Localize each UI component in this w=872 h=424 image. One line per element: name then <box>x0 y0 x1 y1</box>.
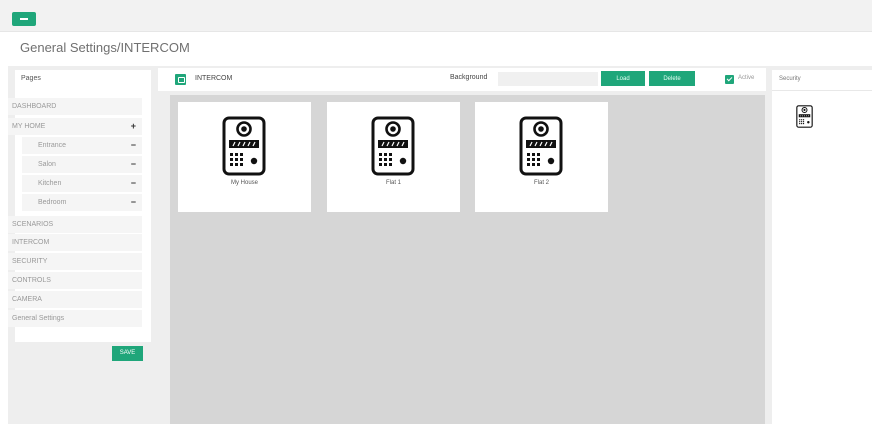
top-bar <box>0 0 872 32</box>
remove-icon[interactable]: − <box>131 156 136 173</box>
active-label: Active <box>738 75 755 81</box>
nav-item-camera[interactable]: CAMERA <box>8 291 142 308</box>
nav-item-label: SECURITY <box>12 258 48 265</box>
nav-item-entrance[interactable]: Entrance − <box>22 137 142 154</box>
background-input[interactable] <box>498 72 598 86</box>
title-bar: General Settings/INTERCOM <box>0 33 872 66</box>
nav-item-label: CONTROLS <box>12 277 51 284</box>
nav-item-label: INTERCOM <box>12 239 50 246</box>
nav-item-label: DASHBOARD <box>12 103 57 110</box>
nav-item-controls[interactable]: CONTROLS <box>8 272 142 289</box>
intercom-doorphone-icon <box>371 116 415 176</box>
nav-item-kitchen[interactable]: Kitchen − <box>22 175 142 192</box>
nav-item-label: MY HOME <box>12 123 46 130</box>
nav-item-label: Entrance <box>38 142 67 149</box>
device-card-flat-2[interactable]: Flat 2 <box>475 102 608 212</box>
device-label: Flat 1 <box>385 180 401 186</box>
device-label: Flat 2 <box>533 180 549 186</box>
nav-item-security[interactable]: SECURITY <box>8 253 142 270</box>
editor-title: INTERCOM <box>195 75 233 82</box>
pages-panel-title: Pages <box>21 75 41 82</box>
device-label: My House <box>230 180 258 186</box>
nav-item-my-home[interactable]: MY HOME + <box>8 118 142 135</box>
delete-button[interactable]: Delete <box>649 71 695 86</box>
save-button[interactable]: SAVE <box>112 346 143 361</box>
remove-icon[interactable]: − <box>131 175 136 192</box>
nav-item-general-settings[interactable]: General Settings <box>8 310 142 327</box>
security-panel-title: Security <box>779 76 801 82</box>
nav-item-label: Salon <box>38 161 56 168</box>
editor-toolbar: INTERCOM Background Load Delete Active <box>158 68 766 91</box>
nav-item-bedroom[interactable]: Bedroom − <box>22 194 142 211</box>
security-divider <box>772 90 872 91</box>
nav-item-salon[interactable]: Salon − <box>22 156 142 173</box>
nav-item-label: SCENARIOS <box>12 221 54 228</box>
page-title: General Settings/INTERCOM <box>20 40 190 55</box>
nav-item-label: Bedroom <box>38 199 67 206</box>
security-panel: Security <box>772 70 872 424</box>
device-card-flat-1[interactable]: Flat 1 <box>327 102 460 212</box>
nav-item-dashboard[interactable]: DASHBOARD <box>8 98 142 115</box>
remove-icon[interactable]: − <box>131 137 136 154</box>
device-card-my-house[interactable]: My House <box>178 102 311 212</box>
intercom-doorphone-icon <box>519 116 563 176</box>
remove-icon[interactable]: − <box>131 194 136 211</box>
intercom-doorphone-icon <box>222 116 266 176</box>
menu-icon <box>20 18 28 20</box>
expand-icon[interactable]: + <box>131 118 136 135</box>
intercom-doorphone-icon[interactable] <box>796 105 813 128</box>
nav-item-label: CAMERA <box>12 296 42 303</box>
nav-item-scenarios[interactable]: SCENARIOS <box>8 216 142 233</box>
menu-button[interactable] <box>12 12 36 26</box>
active-checkbox[interactable] <box>725 75 734 84</box>
background-label: Background <box>450 74 488 81</box>
nav-item-label: Kitchen <box>38 180 62 187</box>
edit-icon[interactable] <box>175 74 186 85</box>
load-button[interactable]: Load <box>601 71 645 86</box>
nav-item-label: General Settings <box>12 315 65 322</box>
nav-item-intercom[interactable]: INTERCOM <box>8 234 142 251</box>
page-canvas[interactable]: My House Flat 1 Flat 2 <box>170 95 765 424</box>
